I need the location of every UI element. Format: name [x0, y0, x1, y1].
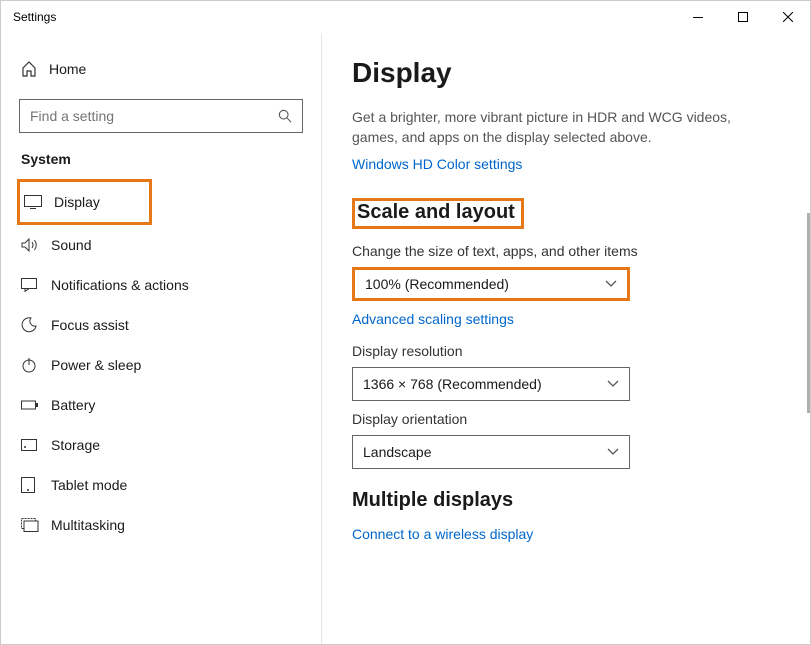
home-nav[interactable]: Home [1, 53, 321, 85]
nav-list: Display Sound Notifications & actions Fo… [1, 179, 321, 545]
hdr-settings-link[interactable]: Windows HD Color settings [352, 156, 780, 172]
tablet-icon [21, 477, 51, 493]
nav-label: Sound [51, 237, 91, 253]
advanced-scaling-link[interactable]: Advanced scaling settings [352, 311, 780, 327]
multitasking-icon [21, 518, 51, 532]
nav-label: Power & sleep [51, 357, 141, 373]
sidebar-item-sound[interactable]: Sound [1, 225, 321, 265]
nav-label: Focus assist [51, 317, 129, 333]
nav-label: Display [54, 194, 100, 210]
chevron-down-icon [607, 448, 619, 456]
scale-value: 100% (Recommended) [365, 276, 605, 292]
sidebar: Home System Display Sound Notifications … [1, 33, 321, 644]
sidebar-item-tablet-mode[interactable]: Tablet mode [1, 465, 321, 505]
sound-icon [21, 238, 51, 252]
display-icon [24, 195, 54, 209]
chevron-down-icon [607, 380, 619, 388]
nav-label: Tablet mode [51, 477, 127, 493]
minimize-button[interactable] [675, 2, 720, 32]
battery-icon [21, 399, 51, 411]
nav-label: Battery [51, 397, 95, 413]
maximize-button[interactable] [720, 2, 765, 32]
sidebar-item-multitasking[interactable]: Multitasking [1, 505, 321, 545]
sidebar-item-power-sleep[interactable]: Power & sleep [1, 345, 321, 385]
nav-label: Storage [51, 437, 100, 453]
home-icon [21, 61, 49, 77]
hdr-description: Get a brighter, more vibrant picture in … [352, 107, 762, 148]
close-button[interactable] [765, 2, 810, 32]
nav-label: Multitasking [51, 517, 125, 533]
scale-label: Change the size of text, apps, and other… [352, 243, 780, 259]
main-panel: Display Get a brighter, more vibrant pic… [321, 33, 810, 644]
chevron-down-icon [605, 280, 617, 288]
orientation-value: Landscape [363, 444, 607, 460]
window-title: Settings [13, 10, 56, 24]
resolution-value: 1366 × 768 (Recommended) [363, 376, 607, 392]
sidebar-item-display[interactable]: Display [17, 179, 152, 225]
page-title: Display [352, 57, 780, 89]
wireless-display-link[interactable]: Connect to a wireless display [352, 526, 780, 542]
focus-assist-icon [21, 317, 51, 333]
section-label: System [1, 151, 321, 179]
resolution-dropdown[interactable]: 1366 × 768 (Recommended) [352, 367, 630, 401]
search-icon [278, 109, 292, 123]
home-label: Home [49, 61, 86, 77]
orientation-dropdown[interactable]: Landscape [352, 435, 630, 469]
scale-layout-heading: Scale and layout [352, 198, 780, 229]
scrollbar[interactable] [807, 213, 810, 413]
scale-dropdown[interactable]: 100% (Recommended) [352, 267, 630, 301]
sidebar-item-notifications[interactable]: Notifications & actions [1, 265, 321, 305]
search-input[interactable] [19, 99, 303, 133]
orientation-label: Display orientation [352, 411, 780, 427]
notifications-icon [21, 278, 51, 292]
power-icon [21, 357, 51, 373]
storage-icon [21, 439, 51, 451]
nav-label: Notifications & actions [51, 277, 189, 293]
sidebar-item-focus-assist[interactable]: Focus assist [1, 305, 321, 345]
search-field[interactable] [30, 108, 278, 124]
window-controls [675, 2, 810, 32]
resolution-label: Display resolution [352, 343, 780, 359]
sidebar-item-battery[interactable]: Battery [1, 385, 321, 425]
multiple-displays-heading: Multiple displays [352, 489, 780, 512]
titlebar: Settings [1, 1, 810, 33]
sidebar-item-storage[interactable]: Storage [1, 425, 321, 465]
